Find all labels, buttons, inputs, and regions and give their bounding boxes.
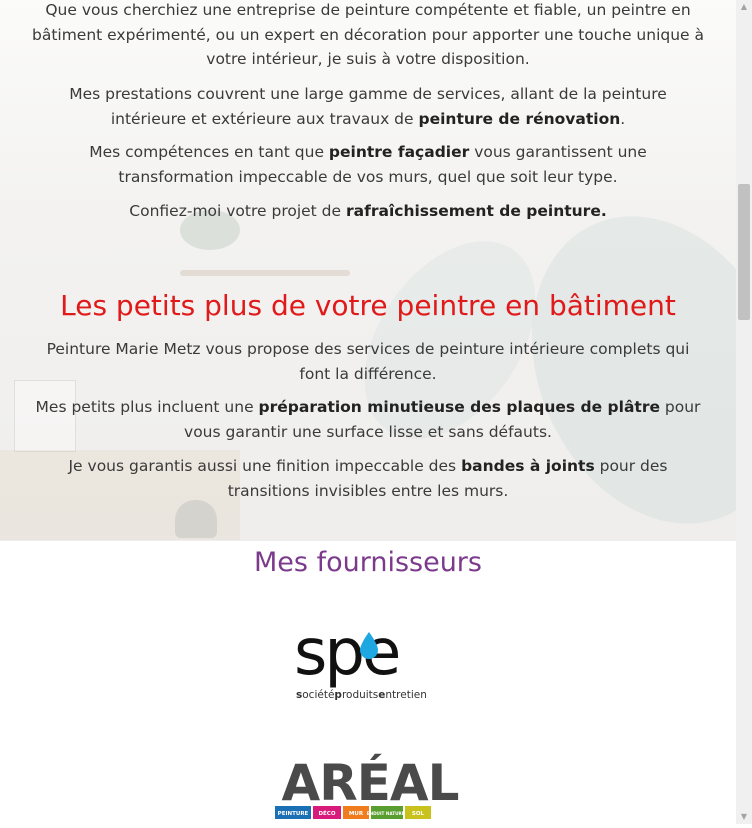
areal-logo-graphic: ARÉAL PEINTURE DÉCO MUR ENDUIT NATUREL SOL (275, 753, 460, 819)
spe-wordmark: spe (294, 618, 398, 690)
scroll-down-arrow-icon[interactable]: ▼ (736, 810, 752, 824)
bold-text: peinture de rénovation (418, 109, 621, 128)
bold-text: préparation minutieuse des plaques de pl… (258, 398, 660, 416)
tagline-word: roduits (342, 689, 378, 701)
intro-paragraph-1: Que vous cherchiez une entreprise de pei… (31, 1, 705, 68)
plus-paragraph-3: Je vous garantis aussi une finition impe… (30, 454, 706, 503)
areal-band-label: DÉCO (318, 809, 335, 817)
intro-paragraph-4: Confiez-moi votre projet de rafraîchisse… (30, 199, 706, 224)
section-title-petits-plus: Les petits plus de votre peintre en bâti… (60, 289, 676, 322)
spe-logo-graphic: spe sociétéproduitsentretien (294, 616, 427, 701)
intro-paragraph-3: Mes compétences en tant que peintre faça… (30, 140, 706, 189)
vertical-scrollbar[interactable]: ▲ ▼ (736, 0, 752, 824)
areal-color-bands: PEINTURE DÉCO MUR ENDUIT NATUREL SOL (275, 806, 431, 819)
areal-band-label: SOL (412, 811, 425, 817)
text: Confiez-moi votre projet de (129, 202, 346, 220)
text: Mes petits plus incluent une (35, 398, 259, 416)
text: . (620, 109, 626, 128)
bold-text: bandes à joints (461, 457, 595, 475)
tagline-word: ntretien (385, 689, 426, 701)
intro-paragraph-2: Mes prestations couvrent une large gamme… (30, 82, 706, 131)
spe-logo[interactable]: spe sociétéproduitsentretien (290, 616, 450, 702)
areal-logo[interactable]: ARÉAL PEINTURE DÉCO MUR ENDUIT NATUREL SOL (270, 752, 470, 824)
vase-decoration (175, 500, 217, 538)
areal-band-label: ENDUIT NATUREL (367, 811, 408, 816)
spe-tagline: sociétéproduitsentretien (296, 689, 427, 701)
areal-wordmark: ARÉAL (282, 753, 459, 812)
areal-band-label: MUR (349, 811, 364, 817)
scrollbar-thumb[interactable] (738, 184, 750, 320)
tagline-letter: e (378, 689, 385, 701)
bold-text: rafraîchissement de peinture. (346, 202, 607, 220)
plus-paragraph-1: Peinture Marie Metz vous propose des ser… (46, 340, 690, 383)
shelf-decoration (180, 270, 350, 276)
tagline-word: ociété (302, 689, 334, 701)
text: Mes compétences en tant que (89, 143, 329, 161)
text: Je vous garantis aussi une finition impe… (68, 457, 462, 475)
plus-paragraph-2: Mes petits plus incluent une préparation… (30, 395, 706, 444)
section-title-fournisseurs: Mes fournisseurs (254, 547, 482, 578)
bold-text: peintre façadier (328, 143, 470, 161)
scroll-up-arrow-icon[interactable]: ▲ (736, 0, 752, 14)
areal-band-label: PEINTURE (278, 811, 309, 817)
